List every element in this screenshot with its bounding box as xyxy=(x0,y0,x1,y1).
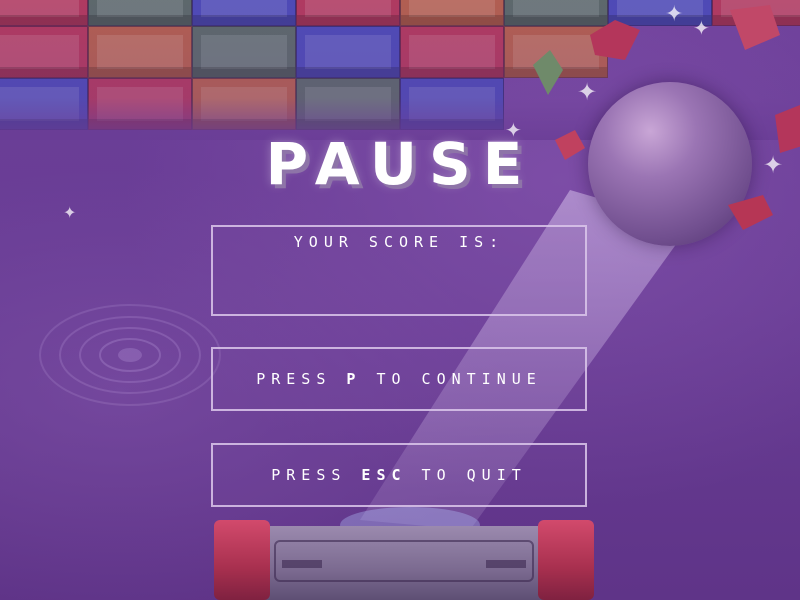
continue-suffix: TO CONTINUE xyxy=(376,370,542,388)
paddle-slot xyxy=(486,560,526,568)
score-label: YOUR SCORE IS: xyxy=(293,233,505,251)
debris-shard-icon xyxy=(728,195,773,230)
quit-button[interactable]: PRESS ESC TO QUIT xyxy=(211,443,587,507)
galaxy-swirl xyxy=(39,304,221,406)
paddle-cap-right xyxy=(538,520,594,600)
score-panel: YOUR SCORE IS: xyxy=(211,225,587,316)
debris-shard-icon xyxy=(590,20,640,60)
sparkle-star-icon: ✦ xyxy=(693,16,710,40)
sparkle-star-icon: ✦ xyxy=(63,203,77,222)
game-background: ✦ ✦ ✦ ✦ ✦ ✦ PAUSE YOUR SCORE IS: PRESS P… xyxy=(0,0,800,600)
sparkle-star-icon: ✦ xyxy=(577,78,598,106)
paddle-icon xyxy=(214,520,594,600)
continue-button[interactable]: PRESS P TO CONTINUE xyxy=(211,347,587,411)
debris-shard-icon xyxy=(533,50,563,95)
pause-title: PAUSE xyxy=(265,130,535,198)
debris-shard-icon xyxy=(730,5,780,50)
paddle-slot xyxy=(282,560,322,568)
continue-prefix: PRESS xyxy=(256,370,332,388)
quit-key: ESC xyxy=(361,466,407,484)
continue-key: P xyxy=(346,370,362,388)
quit-suffix: TO QUIT xyxy=(421,466,527,484)
quit-prefix: PRESS xyxy=(271,466,347,484)
paddle-cap-left xyxy=(214,520,270,600)
sparkle-star-icon: ✦ xyxy=(665,2,684,27)
